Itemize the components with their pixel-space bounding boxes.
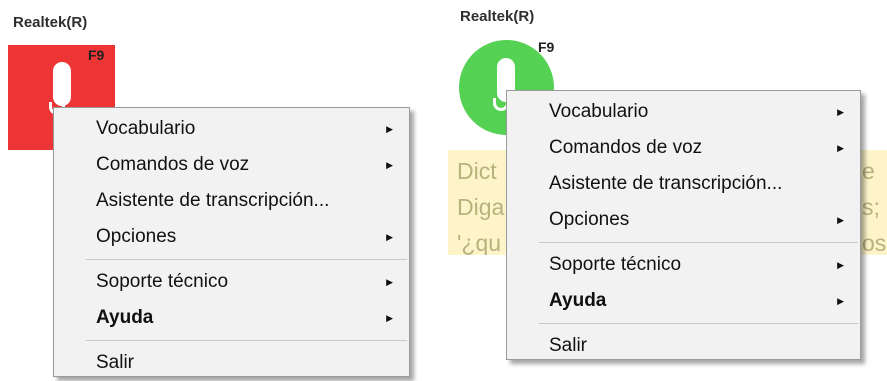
menu-item-asistente-de-transcripcion[interactable]: Asistente de transcripción... <box>54 183 409 219</box>
chevron-right-icon: ▶ <box>837 215 844 225</box>
menu-item-vocabulario[interactable]: Vocabulario ▶ <box>507 94 860 130</box>
menu-item-opciones[interactable]: Opciones ▶ <box>507 202 860 238</box>
menu-item-vocabulario[interactable]: Vocabulario ▶ <box>54 111 409 147</box>
chevron-right-icon: ▶ <box>386 232 393 242</box>
chevron-right-icon: ▶ <box>386 277 393 287</box>
menu-item-label: Opciones <box>549 209 630 230</box>
chevron-right-icon: ▶ <box>386 313 393 323</box>
device-label: Realtek(R) <box>460 8 535 25</box>
menu-item-label: Salir <box>96 352 135 373</box>
chevron-right-icon: ▶ <box>386 160 393 170</box>
dictation-text: Diga <box>457 194 505 220</box>
chevron-right-icon: ▶ <box>837 143 844 153</box>
menu-item-salir[interactable]: Salir <box>507 328 860 364</box>
right-panel: Realtek(R) F9 Dict e Diga s; '¿qu os Voc… <box>445 0 887 372</box>
menu-separator <box>86 259 407 260</box>
menu-item-ayuda[interactable]: Ayuda ▶ <box>54 300 409 336</box>
context-menu: Vocabulario ▶ Comandos de voz ▶ Asistent… <box>53 107 410 377</box>
menu-separator <box>539 323 858 324</box>
menu-item-label: Ayuda <box>96 307 154 328</box>
chevron-right-icon: ▶ <box>386 124 393 134</box>
microphone-icon <box>53 62 71 106</box>
menu-item-label: Comandos de voz <box>549 137 703 158</box>
menu-item-comandos-de-voz[interactable]: Comandos de voz ▶ <box>507 130 860 166</box>
dictation-text: s; <box>862 194 880 220</box>
menu-item-label: Asistente de transcripción... <box>96 190 330 211</box>
dictation-text: '¿qu <box>457 230 502 255</box>
menu-separator <box>539 242 858 243</box>
context-menu: Vocabulario ▶ Comandos de voz ▶ Asistent… <box>506 90 861 360</box>
menu-item-label: Comandos de voz <box>96 154 250 175</box>
hotkey-label: F9 <box>88 47 105 63</box>
menu-item-opciones[interactable]: Opciones ▶ <box>54 219 409 255</box>
menu-item-label: Vocabulario <box>549 101 649 122</box>
dictation-text: os <box>862 230 887 255</box>
menu-separator <box>86 340 407 341</box>
menu-item-label: Soporte técnico <box>96 271 229 292</box>
chevron-right-icon: ▶ <box>837 107 844 117</box>
menu-item-label: Asistente de transcripción... <box>549 173 783 194</box>
hotkey-label: F9 <box>538 39 555 55</box>
device-label: Realtek(R) <box>13 14 88 31</box>
chevron-right-icon: ▶ <box>837 260 844 270</box>
menu-item-soporte-tecnico[interactable]: Soporte técnico ▶ <box>507 247 860 283</box>
menu-item-label: Vocabulario <box>96 118 196 139</box>
menu-item-label: Salir <box>549 335 588 356</box>
menu-item-soporte-tecnico[interactable]: Soporte técnico ▶ <box>54 264 409 300</box>
menu-item-label: Opciones <box>96 226 177 247</box>
dictation-text: e <box>862 158 875 184</box>
menu-item-label: Soporte técnico <box>549 254 682 275</box>
menu-item-label: Ayuda <box>549 290 607 311</box>
left-panel: Realtek(R) F9 Vocabulario ▶ Comandos de … <box>0 0 440 377</box>
menu-item-salir[interactable]: Salir <box>54 345 409 381</box>
menu-item-comandos-de-voz[interactable]: Comandos de voz ▶ <box>54 147 409 183</box>
chevron-right-icon: ▶ <box>837 296 844 306</box>
dictation-text: Dict <box>457 158 497 184</box>
menu-item-asistente-de-transcripcion[interactable]: Asistente de transcripción... <box>507 166 860 202</box>
menu-item-ayuda[interactable]: Ayuda ▶ <box>507 283 860 319</box>
